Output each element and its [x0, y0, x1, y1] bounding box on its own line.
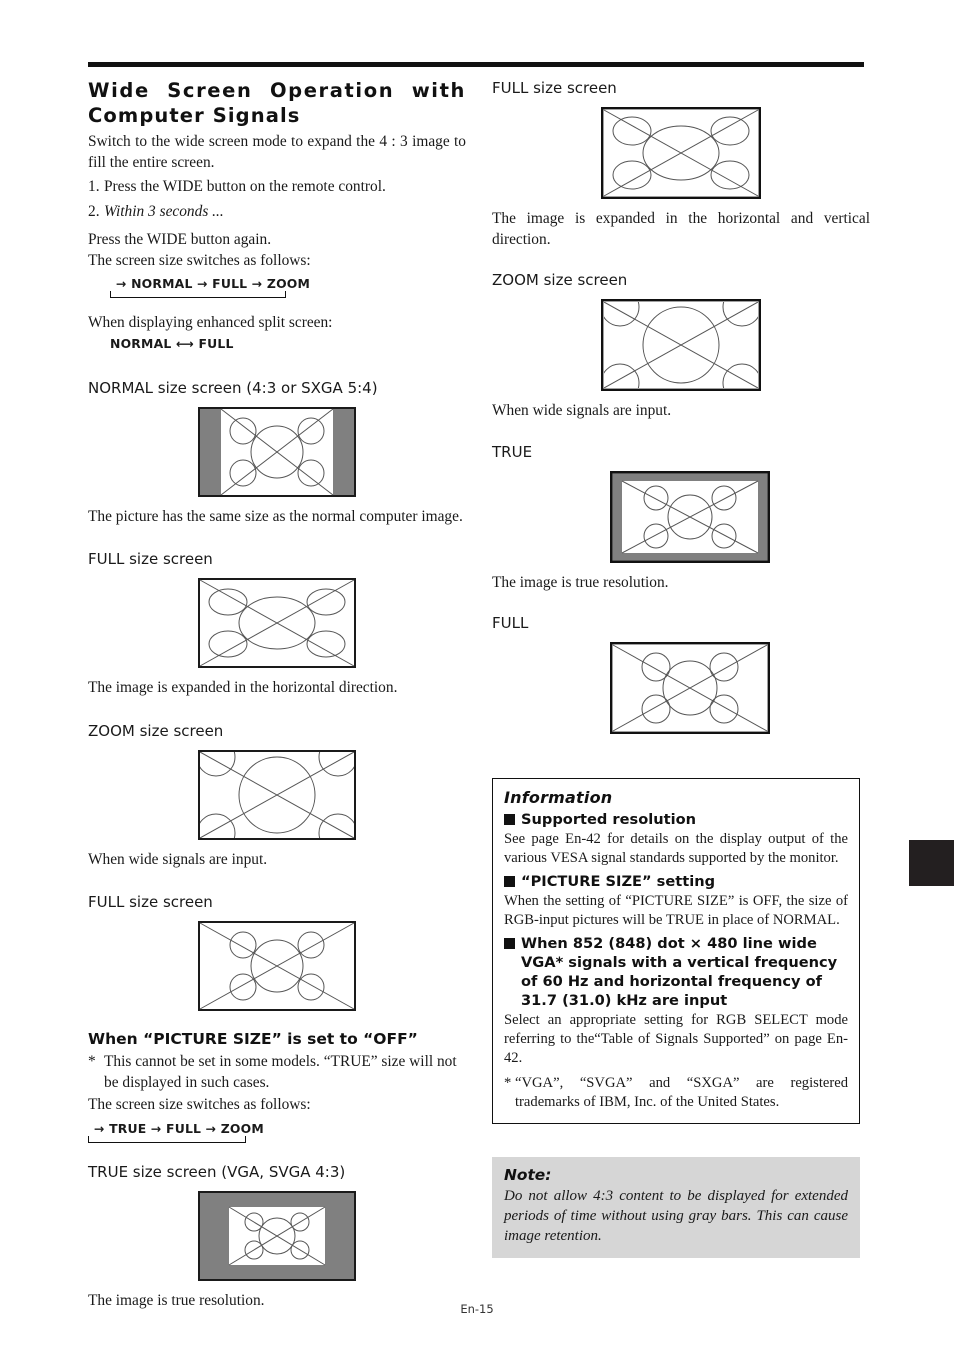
diagram-true-size-screen: [198, 1190, 356, 1281]
step-1-text: Press the WIDE button on the remote cont…: [104, 178, 386, 195]
caption-right-full-size-screen: The image is expanded in the horizontal …: [492, 210, 870, 248]
step-1-number: 1.: [88, 178, 100, 195]
cycle-true-full-zoom-text: → TRUE → FULL → ZOOM: [88, 1121, 266, 1136]
heading-true-size-screen: TRUE size screen (VGA, SVGA 4:3): [88, 1162, 346, 1181]
information-sub-picture-size-setting: “PICTURE SIZE” setting: [504, 872, 848, 891]
diagram-right-zoom-wrap: [492, 299, 870, 391]
picture-size-note: * This cannot be set in some models. “TR…: [88, 1052, 466, 1093]
information-sub-supported-resolution: Supported resolution: [504, 810, 848, 829]
picture-size-star: *: [88, 1053, 96, 1070]
diagram-normal-wrap: [88, 406, 466, 497]
step-2: 2. Within 3 seconds ...: [88, 202, 466, 223]
picture-size-follows: The screen size switches as follows:: [88, 1096, 311, 1113]
page-title: Wide Screen Operation with Computer Signa…: [88, 78, 466, 128]
step-2-line1: Press the WIDE button again.: [88, 231, 272, 248]
information-title: Information: [504, 788, 613, 807]
diagram-right-full-size-screen: [601, 107, 761, 199]
diagram-zoom-size-screen: [198, 749, 356, 840]
information-sub-vga-signals: When 852 (848) dot × 480 line wide VGA* …: [504, 934, 848, 1010]
diagram-right-true-wrap: [492, 470, 870, 563]
information-para1: See page En-42 for details on the displa…: [504, 831, 848, 867]
header-rule: [88, 62, 864, 67]
picture-size-note-text: This cannot be set in some models. “TRUE…: [104, 1053, 457, 1091]
caption-right-zoom-size-screen: When wide signals are input.: [492, 402, 672, 419]
note-title: Note:: [504, 1166, 552, 1184]
right-column: FULL size screen The image is expanded i…: [492, 78, 870, 744]
heading-full-size-screen-2: FULL size screen: [88, 893, 213, 911]
diagram-right-full2-wrap: [492, 642, 870, 734]
diagram-right-full: [610, 642, 770, 734]
cycle-normal-full: NORMAL ⟷ FULL: [110, 335, 234, 351]
manual-page: Wide Screen Operation with Computer Signa…: [0, 0, 954, 1351]
information-sub1-text: Supported resolution: [521, 811, 697, 828]
page-title-line2: Computer Signals: [88, 104, 301, 127]
square-bullet-icon: [504, 875, 515, 887]
step-1: 1. Press the WIDE button on the remote c…: [88, 177, 466, 198]
diagram-normal-size-screen: [198, 406, 356, 497]
cycle-normal-full-zoom-text: → NORMAL → FULL → ZOOM: [110, 277, 313, 291]
information-para2: When the setting of “PICTURE SIZE” is OF…: [504, 892, 848, 929]
caption-zoom-size-screen: When wide signals are input.: [88, 850, 268, 868]
heading-picture-size-off: When “PICTURE SIZE” is set to “OFF”: [88, 1030, 418, 1048]
square-bullet-icon: [504, 814, 515, 825]
caption-full-size-screen-1: The image is expanded in the horizontal …: [88, 679, 398, 696]
heading-right-full: FULL: [492, 614, 529, 632]
split-screen-intro: When displaying enhanced split screen:: [88, 314, 333, 331]
diagram-right-zoom-size-screen: [601, 299, 761, 391]
note-box: Note: Do not allow 4:3 content to be dis…: [492, 1157, 860, 1258]
caption-right-true: The image is true resolution.: [492, 573, 669, 591]
diagram-right-full-wrap: [492, 107, 870, 199]
heading-right-full-size-screen: FULL size screen: [492, 79, 617, 97]
information-sub3-text: When 852 (848) dot × 480 line wide VGA* …: [521, 934, 838, 1009]
diagram-full-2-wrap: [88, 921, 466, 1011]
heading-right-zoom-size-screen: ZOOM size screen: [492, 271, 628, 289]
information-footnote-star: *: [504, 1074, 512, 1091]
heading-zoom-size-screen: ZOOM size screen: [88, 721, 224, 740]
caption-normal-size-screen: The picture has the same size as the nor…: [88, 507, 463, 525]
left-column: Wide Screen Operation with Computer Signa…: [88, 78, 466, 1313]
step-2-line2: The screen size switches as follows:: [88, 251, 311, 269]
diagram-true-wrap: [88, 1190, 466, 1281]
diagram-full-size-screen-1: [198, 578, 356, 668]
diagram-right-true: [610, 470, 770, 563]
information-footnote-text: “VGA”, “SVGA” and “SXGA” are registered …: [515, 1074, 848, 1111]
information-para3: Select an appropriate setting for RGB SE…: [504, 1011, 848, 1067]
note-text: Do not allow 4:3 content to be displayed…: [504, 1188, 848, 1245]
heading-right-true: TRUE: [492, 442, 533, 461]
page-title-line1: Wide Screen Operation with: [88, 79, 466, 102]
information-footnote: * “VGA”, “SVGA” and “SXGA” are registere…: [504, 1074, 848, 1113]
cycle-normal-full-zoom: → NORMAL → FULL → ZOOM: [110, 275, 466, 305]
diagram-full-1-wrap: [88, 578, 466, 668]
diagram-full-size-screen-2: [198, 921, 356, 1011]
page-edge-tab-marker: [909, 840, 954, 886]
intro-paragraph: Switch to the wide screen mode to expand…: [88, 133, 466, 171]
diagram-zoom-wrap: [88, 749, 466, 840]
square-bullet-icon: [504, 937, 515, 949]
information-box: Information Supported resolution See pag…: [492, 778, 860, 1124]
cycle-true-full-zoom: → TRUE → FULL → ZOOM: [88, 1120, 466, 1150]
step-2-text: Within 3 seconds ...: [104, 202, 224, 220]
heading-normal-size-screen: NORMAL size screen (4:3 or SXGA 5:4): [88, 378, 378, 397]
heading-full-size-screen-1: FULL size screen: [88, 550, 213, 568]
page-footer: En-15: [460, 1302, 494, 1316]
step-2-number: 2.: [88, 202, 100, 220]
information-sub2-text: “PICTURE SIZE” setting: [521, 872, 716, 890]
